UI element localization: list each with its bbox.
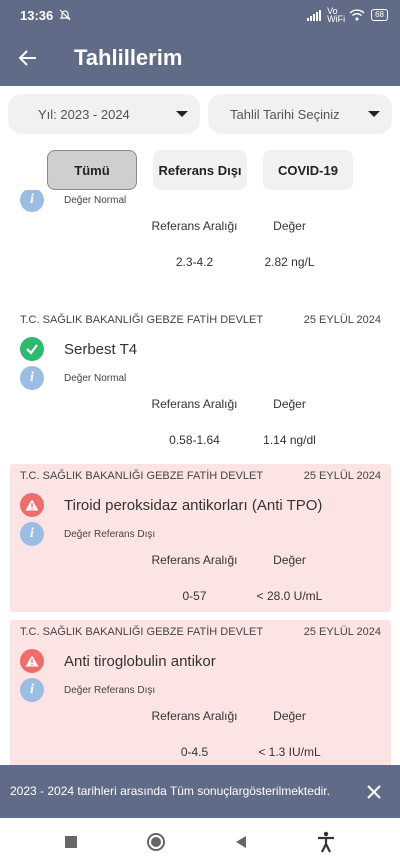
status-time: 13:36 bbox=[20, 7, 54, 23]
result-value: < 28.0 U/mL bbox=[256, 589, 323, 603]
result-value: 1.14 ng/dl bbox=[263, 433, 316, 447]
circle-icon bbox=[147, 833, 165, 851]
date-dropdown-value: Tahlil Tarihi Seçiniz bbox=[230, 106, 340, 122]
warning-icon bbox=[20, 493, 44, 517]
tab-all[interactable]: Tümü bbox=[47, 150, 137, 190]
ref-range-value: 0-57 bbox=[182, 589, 207, 603]
accessibility-icon bbox=[318, 831, 334, 853]
network-label: Vo WiFi bbox=[327, 6, 346, 24]
info-icon[interactable]: i bbox=[20, 678, 44, 702]
result-status: Değer Normal bbox=[64, 194, 127, 206]
recent-apps-button[interactable] bbox=[64, 835, 78, 849]
mute-notification-icon bbox=[59, 9, 71, 21]
hospital-name: T.C. SAĞLIK BAKANLIĞI GEBZE FATİH DEVLET bbox=[20, 470, 264, 482]
caret-down-icon bbox=[176, 111, 188, 117]
home-button[interactable] bbox=[146, 832, 166, 852]
result-value: < 1.3 IU/mL bbox=[258, 745, 321, 759]
value-header: Değer bbox=[273, 397, 306, 411]
warning-icon bbox=[20, 649, 44, 673]
arrow-left-icon bbox=[19, 50, 36, 66]
check-circle-icon bbox=[20, 337, 44, 361]
result-value: 2.82 ng/L bbox=[264, 255, 315, 269]
tab-covid[interactable]: COVID-19 bbox=[263, 150, 353, 190]
snackbar-message: 2023 - 2024 tarihleri arasında Tüm sonuç… bbox=[10, 784, 330, 798]
hospital-name: T.C. SAĞLIK BAKANLIĞI GEBZE FATİH DEVLET bbox=[20, 626, 264, 638]
triangle-back-icon bbox=[236, 836, 246, 848]
results-list[interactable]: i Değer Normal Referans Aralığı Değer 2.… bbox=[0, 190, 400, 765]
year-dropdown[interactable]: Yıl: 2023 - 2024 bbox=[8, 94, 200, 134]
ref-range-header: Referans Aralığı bbox=[151, 219, 238, 233]
signal-icon bbox=[307, 9, 322, 21]
battery-indicator: 68 bbox=[371, 9, 388, 21]
snackbar: 2023 - 2024 tarihleri arasında Tüm sonuç… bbox=[0, 765, 400, 818]
filter-tabs: Tümü Referans Dışı COVID-19 bbox=[0, 150, 400, 190]
ref-range-header: Referans Aralığı bbox=[151, 553, 238, 567]
year-dropdown-value: Yıl: 2023 - 2024 bbox=[38, 106, 130, 122]
caret-down-icon bbox=[368, 111, 380, 117]
wifi-icon bbox=[349, 9, 365, 21]
close-icon bbox=[367, 784, 381, 799]
result-card-out-of-range[interactable]: T.C. SAĞLIK BAKANLIĞI GEBZE FATİH DEVLET… bbox=[10, 620, 391, 765]
test-name: Anti tiroglobulin antikor bbox=[64, 652, 216, 670]
result-date: 25 EYLÜL 2024 bbox=[303, 470, 381, 482]
result-status: Değer Normal bbox=[64, 372, 127, 384]
value-header: Değer bbox=[273, 219, 306, 233]
back-button[interactable] bbox=[0, 30, 56, 86]
result-status: Değer Referans Dışı bbox=[64, 684, 156, 696]
ref-range-header: Referans Aralığı bbox=[151, 397, 238, 411]
result-date: 25 EYLÜL 2024 bbox=[303, 626, 381, 638]
test-name: Serbest T4 bbox=[64, 340, 138, 358]
ref-range-value: 2.3-4.2 bbox=[175, 255, 214, 269]
value-header: Değer bbox=[273, 709, 306, 723]
ref-range-value: 0-4.5 bbox=[180, 745, 209, 759]
app-bar: Tahlillerim bbox=[0, 30, 400, 86]
info-icon[interactable]: i bbox=[20, 366, 44, 390]
result-card[interactable]: i Değer Normal Referans Aralığı Değer 2.… bbox=[10, 190, 391, 269]
date-dropdown[interactable]: Tahlil Tarihi Seçiniz bbox=[208, 94, 392, 134]
hospital-name: T.C. SAĞLIK BAKANLIĞI GEBZE FATİH DEVLET bbox=[20, 314, 264, 326]
system-nav-bar bbox=[0, 818, 400, 866]
result-card-out-of-range[interactable]: T.C. SAĞLIK BAKANLIĞI GEBZE FATİH DEVLET… bbox=[10, 464, 391, 612]
accessibility-button[interactable] bbox=[316, 831, 336, 853]
result-card[interactable]: T.C. SAĞLIK BAKANLIĞI GEBZE FATİH DEVLET… bbox=[10, 314, 391, 447]
info-icon[interactable]: i bbox=[20, 522, 44, 546]
value-header: Değer bbox=[273, 553, 306, 567]
test-name: Tiroid peroksidaz antikorları (Anti TPO) bbox=[64, 496, 323, 514]
square-icon bbox=[65, 836, 77, 848]
snackbar-close-button[interactable] bbox=[358, 776, 390, 808]
tab-out-of-range[interactable]: Referans Dışı bbox=[153, 150, 247, 190]
status-bar: 13:36 Vo WiFi 68 bbox=[0, 0, 400, 30]
result-date: 25 EYLÜL 2024 bbox=[303, 314, 381, 326]
info-icon[interactable]: i bbox=[20, 190, 44, 212]
filter-row: Yıl: 2023 - 2024 Tahlil Tarihi Seçiniz bbox=[8, 94, 392, 134]
back-nav-button[interactable] bbox=[234, 835, 248, 849]
ref-range-value: 0.58-1.64 bbox=[169, 433, 220, 447]
result-status: Değer Referans Dışı bbox=[64, 528, 156, 540]
ref-range-header: Referans Aralığı bbox=[151, 709, 238, 723]
page-title: Tahlillerim bbox=[74, 45, 183, 70]
